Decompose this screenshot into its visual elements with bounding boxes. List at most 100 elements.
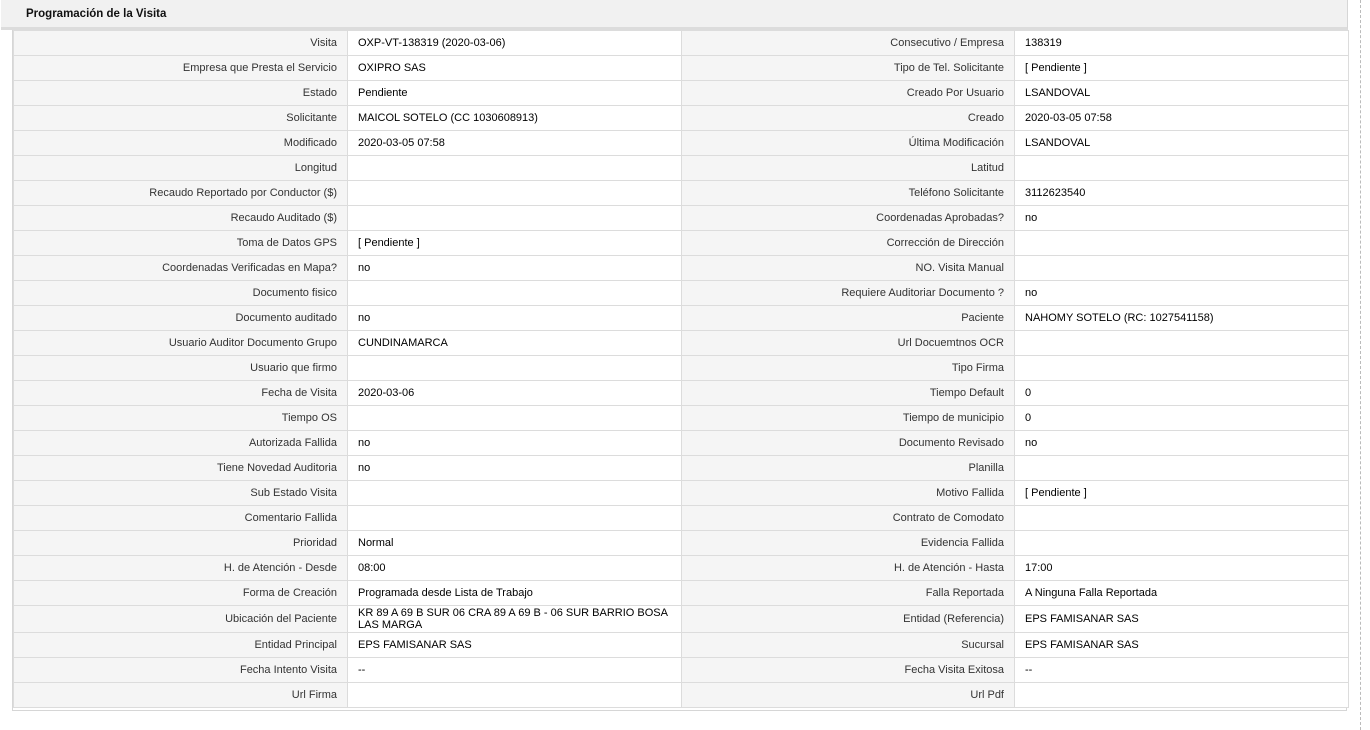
field-value: [ Pendiente ]: [1014, 55, 1349, 81]
field-label: Usuario Auditor Documento Grupo: [13, 330, 348, 356]
field-label: Paciente: [681, 305, 1015, 331]
field-label: Tiempo de municipio: [681, 405, 1015, 431]
visit-details-table: Visita OXP-VT-138319 (2020-03-06) Consecut…: [13, 30, 1349, 708]
field-label: Requiere Auditoriar Documento ?: [681, 280, 1015, 306]
section-header: Programación de la Visita: [1, 0, 1348, 30]
table-row: Documento auditado no Paciente NAHOMY SOTE…: [13, 305, 1349, 331]
field-value: [347, 355, 682, 381]
table-row: Tiene Novedad Auditoria no Planilla: [13, 455, 1349, 481]
table-row: Fecha Intento Visita -- Fecha Visita Exit…: [13, 657, 1349, 683]
field-value: no: [347, 430, 682, 456]
field-label: Fecha Visita Exitosa: [681, 657, 1015, 683]
field-label: Modificado: [13, 130, 348, 156]
field-value: MAICOL SOTELO (CC 1030608913): [347, 105, 682, 131]
field-label: Coordenadas Aprobadas?: [681, 205, 1015, 231]
table-row: Empresa que Presta el Servicio OXIPRO SAS…: [13, 55, 1349, 81]
field-value: --: [1014, 657, 1349, 683]
table-row: Usuario que firmo Tipo Firma: [13, 355, 1349, 381]
field-label: Última Modificación: [681, 130, 1015, 156]
field-label: NO. Visita Manual: [681, 255, 1015, 281]
field-label: Corrección de Dirección: [681, 230, 1015, 256]
field-value: [1014, 155, 1349, 181]
field-value: [347, 682, 682, 708]
field-label: Teléfono Solicitante: [681, 180, 1015, 206]
field-value: [347, 405, 682, 431]
field-label: Longitud: [13, 155, 348, 181]
field-value: 0: [1014, 380, 1349, 406]
field-value: 08:00: [347, 555, 682, 581]
visit-schedule-panel: Programación de la Visita Visita OXP-VT-1…: [1, 0, 1349, 711]
field-label: Motivo Fallida: [681, 480, 1015, 506]
field-value: [347, 480, 682, 506]
field-label: Url Pdf: [681, 682, 1015, 708]
field-value: [ Pendiente ]: [347, 230, 682, 256]
field-value: 3112623540: [1014, 180, 1349, 206]
field-value: [1014, 355, 1349, 381]
table-row: Tiempo OS Tiempo de municipio 0: [13, 405, 1349, 431]
field-value: 138319: [1014, 30, 1349, 56]
field-label: Usuario que firmo: [13, 355, 348, 381]
field-value: 2020-03-05 07:58: [1014, 105, 1349, 131]
table-row: Sub Estado Visita Motivo Fallida[ Pendien…: [13, 480, 1349, 506]
field-label: Recaudo Auditado ($): [13, 205, 348, 231]
field-label: Tiempo Default: [681, 380, 1015, 406]
field-label: Solicitante: [13, 105, 348, 131]
table-row: Usuario Auditor Documento Grupo CUNDINAMA…: [13, 330, 1349, 356]
field-label: Fecha Intento Visita: [13, 657, 348, 683]
field-label: Fecha de Visita: [13, 380, 348, 406]
field-value: Normal: [347, 530, 682, 556]
field-label: Comentario Fallida: [13, 505, 348, 531]
field-label: Consecutivo / Empresa: [681, 30, 1015, 56]
field-value: OXIPRO SAS: [347, 55, 682, 81]
table-row: H. de Atención - Desde 08:00 H. de Atenció…: [13, 555, 1349, 581]
field-label: Entidad (Referencia): [681, 605, 1015, 633]
table-row: Entidad Principal EPS FAMISANAR SAS Sucurs…: [13, 632, 1349, 658]
table-row: Url Firma Url Pdf: [13, 682, 1349, 708]
field-label: Forma de Creación: [13, 580, 348, 606]
field-label: Prioridad: [13, 530, 348, 556]
table-row: Modificado 2020-03-05 07:58 Última Modific…: [13, 130, 1349, 156]
field-value: [ Pendiente ]: [1014, 480, 1349, 506]
field-label: Tiempo OS: [13, 405, 348, 431]
field-value: 2020-03-06: [347, 380, 682, 406]
table-row: Recaudo Reportado por Conductor ($) Teléf…: [13, 180, 1349, 206]
field-value: A Ninguna Falla Reportada: [1014, 580, 1349, 606]
scroll-edge-divider: [1360, 0, 1361, 730]
field-value: LSANDOVAL: [1014, 130, 1349, 156]
table-row: Prioridad Normal Evidencia Fallida: [13, 530, 1349, 556]
field-value: CUNDINAMARCA: [347, 330, 682, 356]
field-value: [1014, 455, 1349, 481]
table-row: Ubicación del Paciente KR 89 A 69 B SUR 0…: [13, 605, 1349, 633]
field-label: H. de Atención - Hasta: [681, 555, 1015, 581]
table-row: Documento fisico Requiere Auditoriar Docu…: [13, 280, 1349, 306]
field-value: no: [347, 255, 682, 281]
field-value: [1014, 682, 1349, 708]
field-label: Visita: [13, 30, 348, 56]
table-row: Fecha de Visita 2020-03-06 Tiempo Default…: [13, 380, 1349, 406]
field-label: Evidencia Fallida: [681, 530, 1015, 556]
field-label: Sucursal: [681, 632, 1015, 658]
field-value: no: [347, 305, 682, 331]
field-value: NAHOMY SOTELO (RC: 1027541158): [1014, 305, 1349, 331]
field-label: Sub Estado Visita: [13, 480, 348, 506]
field-value: [347, 205, 682, 231]
field-value: [347, 180, 682, 206]
field-value: [1014, 505, 1349, 531]
field-label: Coordenadas Verificadas en Mapa?: [13, 255, 348, 281]
table-row: Autorizada Fallida no Documento Revisado …: [13, 430, 1349, 456]
field-label: Falla Reportada: [681, 580, 1015, 606]
field-value: [1014, 230, 1349, 256]
field-label: Ubicación del Paciente: [13, 605, 348, 633]
field-label: Documento Revisado: [681, 430, 1015, 456]
field-label: Tipo de Tel. Solicitante: [681, 55, 1015, 81]
field-label: Contrato de Comodato: [681, 505, 1015, 531]
field-label: Documento fisico: [13, 280, 348, 306]
field-label: H. de Atención - Desde: [13, 555, 348, 581]
field-label: Estado: [13, 80, 348, 106]
field-value: [1014, 530, 1349, 556]
field-value: [347, 280, 682, 306]
field-value: no: [1014, 205, 1349, 231]
field-value: LSANDOVAL: [1014, 80, 1349, 106]
field-value: OXP-VT-138319 (2020-03-06): [347, 30, 682, 56]
table-row: Longitud Latitud: [13, 155, 1349, 181]
